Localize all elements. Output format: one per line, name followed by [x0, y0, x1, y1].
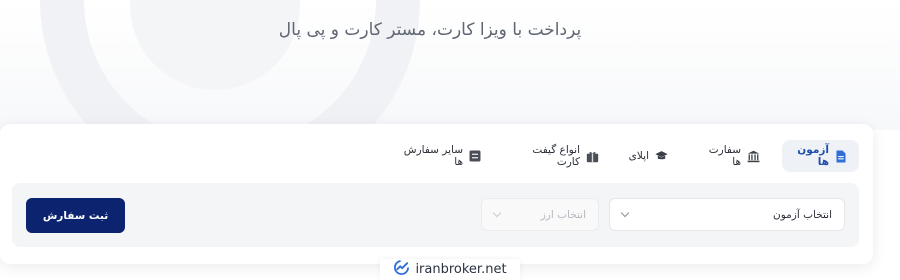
chevron-down-icon: [620, 208, 630, 218]
tab-embassies[interactable]: سفارت ها: [690, 140, 772, 172]
exam-select[interactable]: انتخاب آزمون: [609, 198, 845, 231]
currency-select-placeholder: انتخاب ارز: [540, 208, 586, 221]
tab-label: سفارت ها: [708, 144, 741, 168]
tab-exams[interactable]: آزمون ها: [782, 140, 859, 172]
tab-label: آزمون ها: [797, 144, 829, 168]
hero-headline: پرداخت با ویزا کارت، مستر کارت و پی پال: [278, 20, 582, 40]
watermark-text: iranbroker.net: [415, 262, 507, 277]
embassy-icon: [747, 150, 760, 163]
tab-label: انواع گیفت کارت: [532, 144, 580, 168]
gift-card-icon: [586, 150, 599, 163]
iranbroker-logo-icon: [393, 259, 410, 280]
tab-gift-cards[interactable]: انواع گیفت کارت: [503, 140, 611, 172]
submit-order-button[interactable]: ثبت سفارش: [26, 198, 125, 233]
chevron-down-icon: [492, 208, 502, 218]
graduation-cap-icon: [655, 150, 668, 163]
watermark: iranbroker.net: [380, 259, 520, 280]
tab-label: اپلای: [628, 150, 649, 162]
exam-select-value: انتخاب آزمون: [773, 208, 832, 221]
document-icon: [835, 150, 847, 163]
tab-other-orders[interactable]: سایر سفارش ها: [389, 140, 493, 172]
currency-select[interactable]: انتخاب ارز: [481, 198, 599, 231]
list-icon: [469, 150, 481, 163]
tab-apply[interactable]: اپلای: [618, 140, 680, 172]
tab-label: سایر سفارش ها: [403, 144, 463, 168]
